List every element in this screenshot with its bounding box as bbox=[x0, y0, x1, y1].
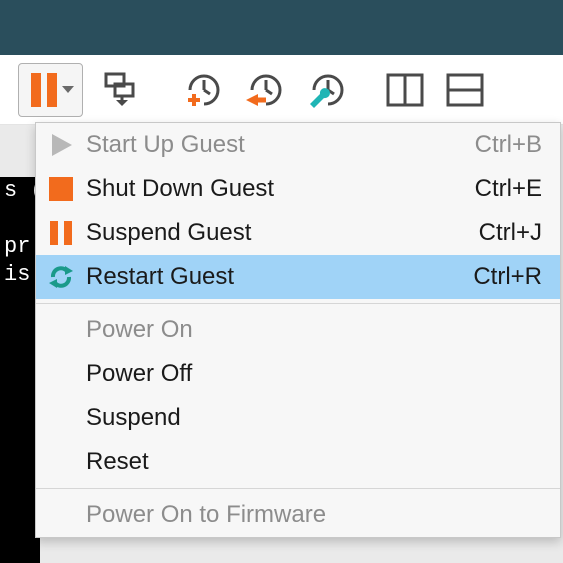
menu-item-label: Start Up Guest bbox=[86, 131, 475, 159]
menu-item-label: Shut Down Guest bbox=[86, 175, 475, 203]
menu-item-shortcut: Ctrl+J bbox=[479, 219, 560, 247]
snapshot-revert-button[interactable] bbox=[233, 63, 295, 117]
menu-separator bbox=[36, 488, 560, 489]
restart-icon bbox=[36, 263, 86, 291]
chevron-down-icon bbox=[62, 86, 74, 93]
snapshot-manage-button[interactable] bbox=[295, 63, 357, 117]
split-h-icon bbox=[386, 73, 424, 107]
menu-item-label: Power On to Firmware bbox=[86, 501, 542, 529]
menu-item-label: Suspend Guest bbox=[86, 219, 479, 247]
clock-add-icon bbox=[182, 72, 222, 108]
window-titlebar bbox=[0, 0, 563, 55]
clock-back-icon bbox=[244, 72, 284, 108]
menu-item-power-off[interactable]: Power Off bbox=[36, 352, 560, 396]
menu-item-label: Power On bbox=[86, 316, 542, 344]
menu-item-shortcut: Ctrl+E bbox=[475, 175, 560, 203]
play-icon bbox=[36, 132, 86, 158]
menu-item-power-on-firmware: Power On to Firmware bbox=[36, 493, 560, 537]
menu-item-reset[interactable]: Reset bbox=[36, 440, 560, 484]
pause-icon bbox=[36, 220, 86, 246]
pause-icon bbox=[29, 73, 59, 107]
stop-icon bbox=[36, 176, 86, 202]
menu-item-label: Power Off bbox=[86, 360, 542, 388]
split-horizontal-button[interactable] bbox=[375, 63, 435, 117]
clock-wrench-icon bbox=[306, 72, 346, 108]
menu-item-startup-guest: Start Up Guest Ctrl+B bbox=[36, 123, 560, 167]
menu-item-suspend[interactable]: Suspend bbox=[36, 396, 560, 440]
menu-item-label: Reset bbox=[86, 448, 542, 476]
split-vertical-button[interactable] bbox=[435, 63, 495, 117]
menu-item-suspend-guest[interactable]: Suspend Guest Ctrl+J bbox=[36, 211, 560, 255]
snapshot-icon bbox=[102, 72, 142, 108]
menu-item-shortcut: Ctrl+B bbox=[475, 131, 560, 159]
snapshot-button[interactable] bbox=[91, 63, 153, 117]
snapshot-add-button[interactable] bbox=[171, 63, 233, 117]
power-dropdown-menu: Start Up Guest Ctrl+B Shut Down Guest Ct… bbox=[35, 122, 561, 538]
menu-item-shutdown-guest[interactable]: Shut Down Guest Ctrl+E bbox=[36, 167, 560, 211]
pause-dropdown-button[interactable] bbox=[18, 63, 83, 117]
menu-item-power-on: Power On bbox=[36, 308, 560, 352]
menu-item-shortcut: Ctrl+R bbox=[473, 263, 560, 291]
menu-item-label: Suspend bbox=[86, 404, 542, 432]
menu-item-restart-guest[interactable]: Restart Guest Ctrl+R bbox=[36, 255, 560, 299]
main-toolbar bbox=[0, 55, 563, 125]
menu-separator bbox=[36, 303, 560, 304]
split-v-icon bbox=[446, 73, 484, 107]
console-output: s ( pr is bbox=[0, 177, 40, 563]
menu-item-label: Restart Guest bbox=[86, 263, 473, 291]
